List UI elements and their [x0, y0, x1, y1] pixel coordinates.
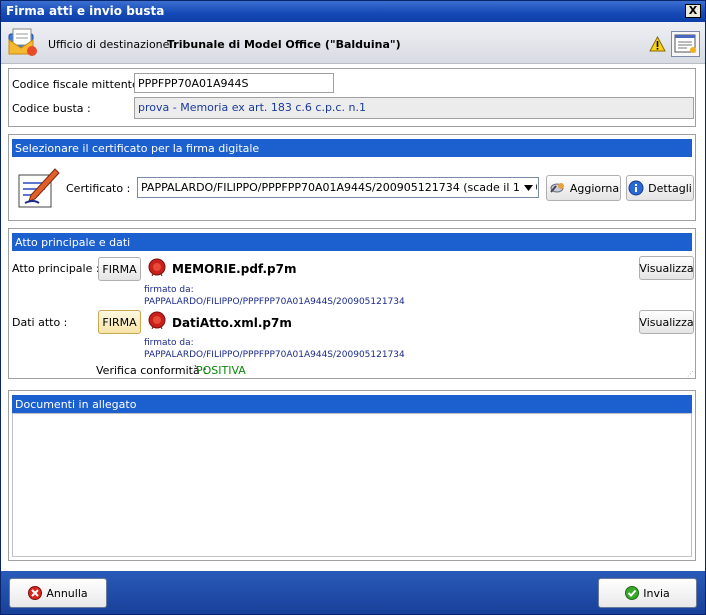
wax-seal-icon	[148, 258, 166, 276]
destination-value: Tribunale di Model Office ("Balduina")	[167, 38, 401, 51]
notes-button[interactable]	[671, 31, 700, 57]
refresh-icon	[550, 183, 564, 193]
footer-bar: Annulla Invia	[1, 571, 705, 614]
app-envelope-icon	[8, 28, 37, 56]
principale-signed-label: firmato da:	[144, 285, 194, 295]
send-button[interactable]: Invia	[598, 578, 697, 608]
busta-code-field[interactable]: prova - Memoria ex art. 183 c.6 c.p.c. n…	[134, 97, 694, 119]
principale-file-name[interactable]: MEMORIE.pdf.p7m	[172, 262, 297, 276]
fiscal-code-label: Codice fiscale mittente :	[12, 78, 146, 91]
allegati-list[interactable]	[12, 413, 692, 557]
verifica-value: POSITIVA	[196, 364, 246, 377]
certificate-pen-icon	[18, 168, 60, 208]
fiscal-code-field[interactable]: PPPFPP70A01A944S	[134, 73, 334, 93]
send-label: Invia	[643, 586, 670, 600]
resize-grip[interactable]: ⋰	[687, 370, 694, 378]
view-dati-button[interactable]: Visualizza	[639, 310, 694, 334]
destination-label: Ufficio di destinazione :	[48, 38, 177, 51]
close-button[interactable]: X	[685, 4, 701, 18]
window-title: Firma atti e invio busta	[6, 4, 165, 18]
atto-panel: Atto principale e dati Atto principale :…	[8, 228, 696, 379]
allegati-section-title: Documenti in allegato	[12, 395, 692, 413]
dati-signed-label: firmato da:	[144, 338, 194, 348]
busta-code-label: Codice busta :	[12, 102, 91, 115]
wax-seal-icon	[148, 311, 166, 329]
certificate-label: Certificato :	[66, 182, 131, 195]
title-bar: Firma atti e invio busta X	[1, 1, 705, 22]
chevron-down-icon[interactable]	[520, 180, 536, 195]
certificate-panel: Selezionare il certificato per la firma …	[8, 134, 696, 221]
notes-icon	[674, 34, 696, 53]
dati-signed-by: PAPPALARDO/FILIPPO/PPPFPP70A01A944S/2009…	[144, 350, 405, 360]
warning-icon[interactable]	[649, 36, 666, 52]
details-button[interactable]: Dettagli	[626, 175, 694, 201]
sign-dati-button[interactable]: FIRMA	[98, 310, 141, 334]
view-principale-button[interactable]: Visualizza	[639, 256, 694, 280]
refresh-label: Aggiorna	[569, 181, 620, 195]
certificate-select[interactable]: PAPPALARDO/FILIPPO/PPPFPP70A01A944S/2009…	[137, 177, 539, 198]
principale-signed-by: PAPPALARDO/FILIPPO/PPPFPP70A01A944S/2009…	[144, 297, 405, 307]
send-check-icon	[625, 586, 640, 600]
allegati-panel: Documenti in allegato	[8, 390, 696, 561]
atto-section-title: Atto principale e dati	[12, 233, 692, 251]
atto-principale-label: Atto principale :	[12, 262, 100, 275]
verifica-label: Verifica conformità :	[96, 364, 207, 377]
info-icon	[628, 180, 644, 196]
dialog-window: Firma atti e invio busta X Ufficio di de…	[0, 0, 706, 615]
certificate-selected-value: PAPPALARDO/FILIPPO/PPPFPP70A01A944S/2009…	[141, 181, 539, 194]
sender-panel: Codice fiscale mittente : PPPFPP70A01A94…	[8, 68, 696, 127]
details-label: Dettagli	[648, 181, 692, 195]
refresh-button[interactable]: Aggiorna	[546, 175, 621, 201]
sign-principale-button[interactable]: FIRMA	[98, 257, 141, 281]
certificate-section-title: Selezionare il certificato per la firma …	[12, 139, 692, 157]
header-bar: Ufficio di destinazione : Tribunale di M…	[1, 22, 705, 64]
dati-file-name[interactable]: DatiAtto.xml.p7m	[172, 316, 292, 330]
dati-atto-label: Dati atto :	[12, 316, 68, 329]
cancel-button[interactable]: Annulla	[9, 578, 107, 608]
cancel-icon	[28, 586, 43, 600]
cancel-label: Annulla	[46, 586, 88, 600]
